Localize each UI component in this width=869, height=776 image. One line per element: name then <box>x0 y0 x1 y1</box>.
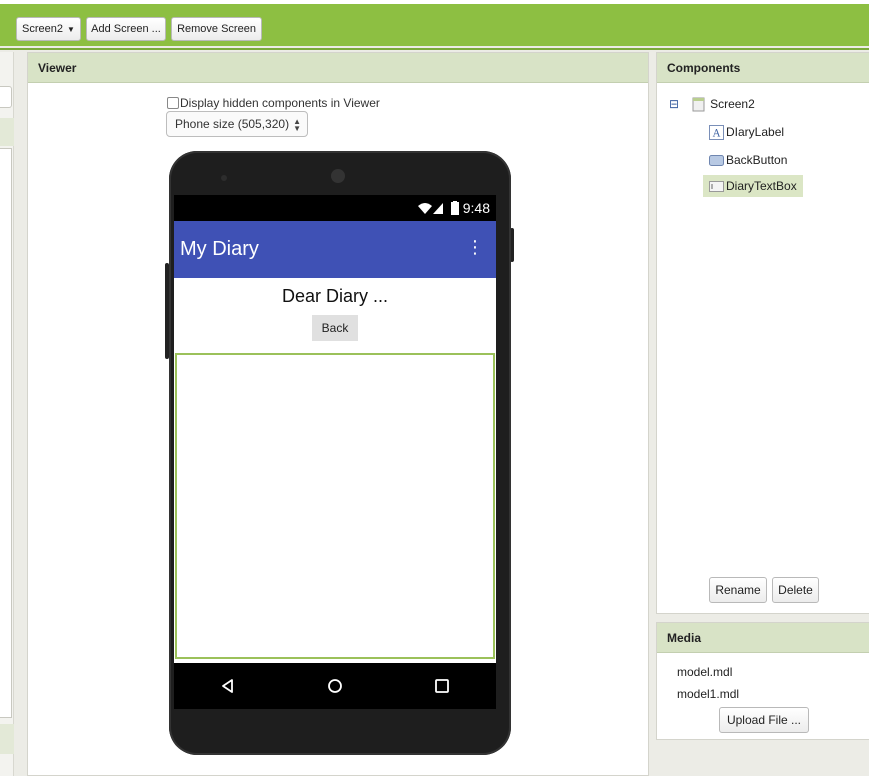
button-icon <box>709 154 724 166</box>
wifi-signal-icon <box>417 203 443 214</box>
palette-panel-edge[interactable] <box>0 52 14 776</box>
palette-search-edge[interactable] <box>0 86 12 108</box>
overflow-menu-icon[interactable]: ⋮ <box>466 237 484 257</box>
diary-label[interactable]: Dear Diary ... <box>174 286 496 307</box>
tree-label-diary-label: DIaryLabel <box>726 125 785 139</box>
upload-file-button[interactable]: Upload File ... <box>719 707 809 733</box>
components-title: Components <box>657 53 869 83</box>
battery-icon <box>450 201 459 215</box>
app-title: My Diary <box>180 238 259 260</box>
media-file-item[interactable]: model.mdl <box>677 665 732 679</box>
screen-select-button[interactable]: Screen2 ▼ <box>16 17 81 41</box>
app-title-bar: My Diary ⋮ <box>174 221 496 278</box>
viewer-title: Viewer <box>28 53 648 83</box>
tree-label-screen2: Screen2 <box>710 97 755 111</box>
label-icon: A <box>709 124 724 140</box>
status-bar: 9:48 <box>174 195 496 221</box>
phone-mockup: 9:48 My Diary ⋮ Dear Diary ... Back <box>169 151 511 755</box>
tree-node-diary-textbox[interactable]: DiaryTextBox <box>703 175 803 197</box>
collapse-icon[interactable]: ⊟ <box>669 97 679 111</box>
media-panel: Media model.mdl model1.mdl Upload File .… <box>656 622 869 740</box>
viewer-panel: Viewer Display hidden components in View… <box>27 52 649 776</box>
add-screen-button[interactable]: Add Screen ... <box>86 17 166 41</box>
status-time: 9:48 <box>462 200 490 216</box>
chevron-down-icon: ▼ <box>67 24 75 34</box>
media-file-item[interactable]: model1.mdl <box>677 687 739 701</box>
display-hidden-checkbox[interactable] <box>167 97 179 109</box>
toolbar-divider <box>0 48 869 50</box>
diary-textbox[interactable] <box>175 353 495 659</box>
sensor-dot-icon <box>221 175 227 181</box>
phone-size-select[interactable]: Phone size (505,320) ▲ ▼ <box>166 111 308 137</box>
screen-select-label: Screen2 <box>22 23 64 35</box>
designer-toolbar: Screen2 ▼ Add Screen ... Remove Screen <box>0 0 869 50</box>
screen-icon <box>692 97 705 111</box>
back-triangle-icon <box>221 679 233 693</box>
components-panel: Components ⊟ Screen2 A DIaryLabel BackBu… <box>656 52 869 614</box>
display-hidden-components-option[interactable]: Display hidden components in Viewer <box>167 96 380 110</box>
camera-icon <box>331 169 345 183</box>
display-hidden-label: Display hidden components in Viewer <box>180 96 380 110</box>
tree-label-diary-textbox: DiaryTextBox <box>726 179 797 193</box>
palette-list-edge[interactable] <box>0 148 12 718</box>
palette-header-edge <box>0 118 14 146</box>
tree-label-back-button: BackButton <box>726 153 788 167</box>
android-nav-bar <box>174 663 496 709</box>
tree-node-screen2[interactable]: ⊟ Screen2 <box>669 93 755 115</box>
palette-footer-edge <box>0 724 14 754</box>
media-title: Media <box>657 623 869 653</box>
svg-text:A: A <box>712 128 721 139</box>
select-arrows-icon: ▲ ▼ <box>293 117 301 133</box>
tree-node-diary-label[interactable]: A DIaryLabel <box>709 121 784 143</box>
remove-screen-button[interactable]: Remove Screen <box>171 17 262 41</box>
back-button[interactable]: Back <box>312 315 358 341</box>
phone-size-value: Phone size (505,320) <box>175 117 290 131</box>
phone-screen: 9:48 My Diary ⋮ Dear Diary ... Back <box>174 195 496 709</box>
tree-node-back-button[interactable]: BackButton <box>709 149 787 171</box>
textbox-icon <box>709 180 724 192</box>
recents-square-icon <box>435 679 450 693</box>
home-circle-icon <box>328 679 342 693</box>
delete-button[interactable]: Delete <box>772 577 819 603</box>
rename-button[interactable]: Rename <box>709 577 767 603</box>
